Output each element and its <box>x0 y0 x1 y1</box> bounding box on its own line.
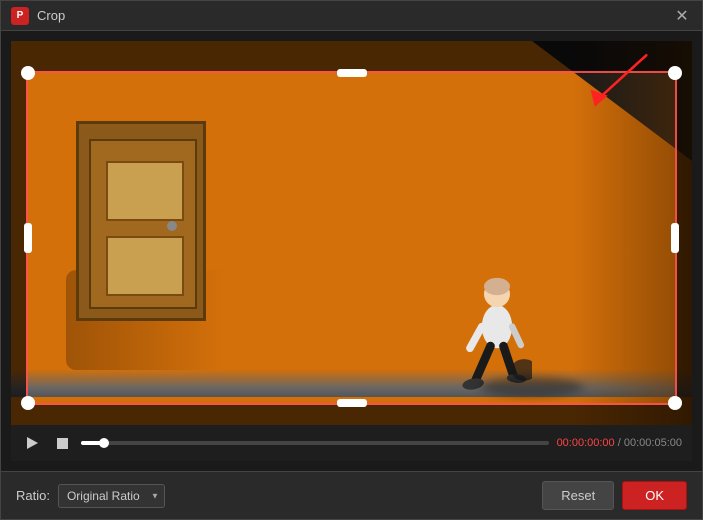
progress-thumb[interactable] <box>99 438 109 448</box>
crop-dark-bottom <box>11 405 692 425</box>
titlebar: P Crop ✕ <box>1 1 702 31</box>
red-arrow-indicator <box>572 51 652 114</box>
play-icon <box>27 437 38 449</box>
crop-handle-top-right[interactable] <box>668 66 682 80</box>
bottom-bar: Ratio: Original Ratio 16:9 4:3 1:1 9:16 … <box>1 471 702 519</box>
action-buttons: Reset OK <box>542 481 687 510</box>
crop-handle-bottom-right[interactable] <box>668 396 682 410</box>
ok-button[interactable]: OK <box>622 481 687 510</box>
main-content: 00:00:00:00 / 00:00:05:00 <box>1 31 702 471</box>
reset-button[interactable]: Reset <box>542 481 614 510</box>
video-area <box>11 41 692 425</box>
stop-button[interactable] <box>51 432 73 454</box>
time-total: 00:00:05:00 <box>624 437 682 449</box>
stop-icon <box>57 438 68 449</box>
crop-handle-top-left[interactable] <box>21 66 35 80</box>
play-button[interactable] <box>21 432 43 454</box>
close-button[interactable]: ✕ <box>672 6 692 26</box>
ratio-select[interactable]: Original Ratio 16:9 4:3 1:1 9:16 Custom <box>58 484 165 508</box>
crop-handle-bottom-center[interactable] <box>337 399 367 407</box>
crop-frame[interactable] <box>26 71 677 405</box>
ratio-select-wrapper: Original Ratio 16:9 4:3 1:1 9:16 Custom <box>58 484 165 508</box>
app-icon: P <box>11 7 29 25</box>
progress-bar[interactable] <box>81 441 549 445</box>
crop-window: P Crop ✕ <box>0 0 703 520</box>
crop-handle-right-center[interactable] <box>671 223 679 253</box>
controls-bar: 00:00:00:00 / 00:00:05:00 <box>11 425 692 461</box>
crop-handle-left-center[interactable] <box>24 223 32 253</box>
ratio-section: Ratio: Original Ratio 16:9 4:3 1:1 9:16 … <box>16 484 542 508</box>
crop-handle-top-center[interactable] <box>337 69 367 77</box>
crop-handle-bottom-left[interactable] <box>21 396 35 410</box>
time-current: 00:00:00:00 <box>557 437 615 449</box>
crop-dark-right <box>677 71 692 405</box>
ratio-label: Ratio: <box>16 488 50 503</box>
window-title: Crop <box>37 8 672 23</box>
time-display: 00:00:00:00 / 00:00:05:00 <box>557 437 682 449</box>
